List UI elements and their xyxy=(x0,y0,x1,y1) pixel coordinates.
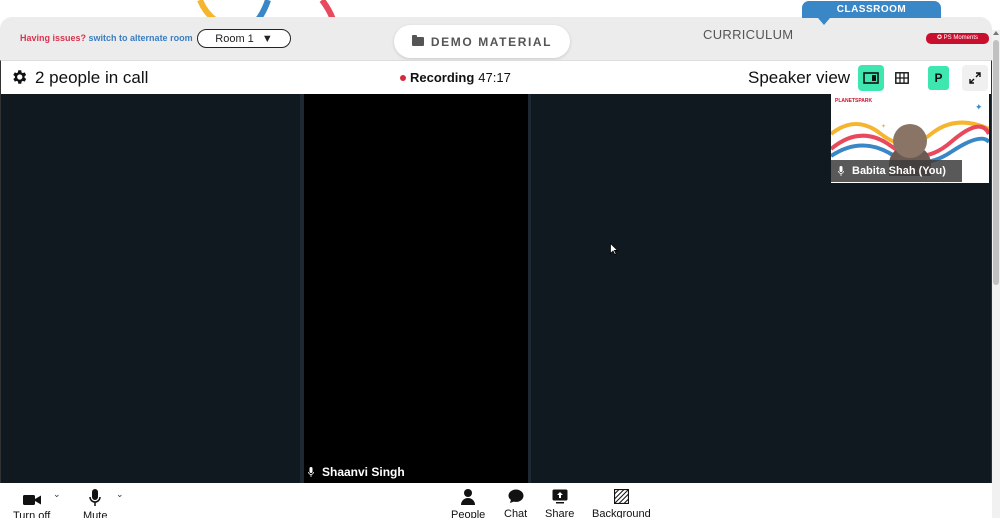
issues-text: Having issues? xyxy=(20,33,87,43)
camera-options-chevron-icon[interactable]: ⌄ xyxy=(53,489,61,500)
classroom-tab-pointer xyxy=(818,18,830,25)
people-label: People xyxy=(451,509,486,518)
camera-toggle-label: Turn off xyxy=(13,510,51,518)
background-pattern-icon xyxy=(613,489,629,504)
app-root: Having issues? switch to alternate room … xyxy=(0,0,1000,518)
person-icon xyxy=(461,489,476,505)
share-button[interactable]: Share xyxy=(545,489,574,518)
video-camera-icon xyxy=(22,495,41,505)
speaker-view-button[interactable] xyxy=(858,65,884,91)
curriculum-tab[interactable]: CURRICULUM xyxy=(703,27,793,42)
microphone-icon xyxy=(89,489,101,506)
mic-options-chevron-icon[interactable]: ⌄ xyxy=(116,489,124,500)
remote-video-tile[interactable] xyxy=(304,94,528,483)
self-video-tile[interactable]: ✦ ✦ PLANETSPARK Babita Shah (You) xyxy=(831,94,989,183)
classroom-tab[interactable]: CLASSROOM xyxy=(802,1,941,18)
recording-dot-icon xyxy=(400,74,406,81)
room-select[interactable]: Room 1 ▼ xyxy=(197,29,291,48)
self-logo: PLANETSPARK xyxy=(835,98,873,104)
ps-moments-badge[interactable]: ✪ PS Moments xyxy=(926,33,989,44)
recording-time: 47:17 xyxy=(478,70,511,85)
grid-view-icon xyxy=(895,72,909,84)
chat-label: Chat xyxy=(504,508,528,518)
share-screen-icon xyxy=(552,489,568,504)
camera-toggle-button[interactable]: Turn off xyxy=(13,489,50,518)
microphone-icon xyxy=(838,166,844,176)
people-button[interactable]: People xyxy=(451,489,485,518)
caret-down-icon: ▼ xyxy=(261,32,273,45)
recording-indicator: Recording 47:17 xyxy=(400,70,511,85)
call-header: 2 people in call Recording 47:17 Speaker… xyxy=(0,60,992,94)
room-select-value: Room 1 xyxy=(215,32,254,45)
video-stage: Shaanvi Singh ✦ ✦ PLANETSPARK Babita Sha… xyxy=(0,94,992,483)
scroll-up-arrow-icon[interactable] xyxy=(993,31,999,35)
svg-text:✦: ✦ xyxy=(881,123,886,130)
remote-participant-name: Shaanvi Singh xyxy=(322,465,405,479)
background-button[interactable]: Background xyxy=(592,489,651,518)
view-mode-label: Speaker view xyxy=(748,68,851,87)
demo-material-label: DEMO MATERIAL xyxy=(430,34,553,49)
expand-icon xyxy=(969,72,981,84)
grid-view-button[interactable] xyxy=(889,65,915,91)
alternate-room-link[interactable]: switch to alternate room xyxy=(89,33,193,43)
tile-divider xyxy=(528,94,531,483)
speaker-view-icon xyxy=(863,72,879,84)
recording-label: Recording xyxy=(410,70,475,85)
self-avatar-head xyxy=(893,124,927,158)
gear-icon[interactable] xyxy=(10,68,28,86)
demo-material-button[interactable]: DEMO MATERIAL xyxy=(394,25,570,58)
share-label: Share xyxy=(545,508,575,518)
background-label: Background xyxy=(592,508,651,518)
microphone-icon xyxy=(308,467,314,477)
mouse-cursor-icon xyxy=(610,243,618,255)
chat-button[interactable]: Chat xyxy=(504,489,527,518)
connection-help: Having issues? switch to alternate room xyxy=(20,33,193,43)
chat-bubble-icon xyxy=(508,489,524,503)
participant-initial-button[interactable]: P xyxy=(928,66,949,90)
scrollbar-thumb[interactable] xyxy=(993,40,999,285)
self-participant-name: Babita Shah (You) xyxy=(852,165,946,177)
fullscreen-button[interactable] xyxy=(962,65,988,91)
mute-label: Mute xyxy=(83,510,108,518)
moments-icon: ✪ xyxy=(936,35,942,41)
people-count: 2 people in call xyxy=(35,68,149,87)
bottom-toolbar: Turn off ⌄ Mute ⌄ People Chat Share Back… xyxy=(0,483,992,518)
moments-label: PS Moments xyxy=(943,35,979,41)
remote-name-tag: Shaanvi Singh xyxy=(304,462,413,482)
folder-icon xyxy=(411,35,424,46)
self-name-tag: Babita Shah (You) xyxy=(831,160,962,182)
mute-button[interactable]: Mute xyxy=(83,489,107,518)
page-scrollbar[interactable] xyxy=(992,30,1000,518)
svg-text:✦: ✦ xyxy=(975,102,983,112)
